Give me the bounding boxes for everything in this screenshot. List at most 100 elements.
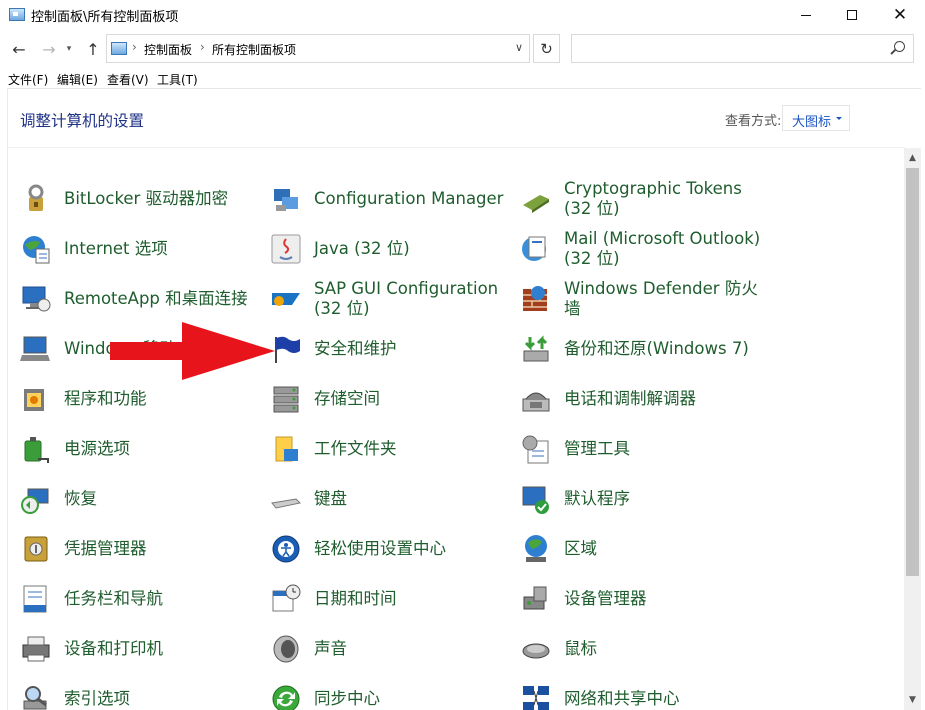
- control-panel-item-label: 设备和打印机: [64, 639, 163, 658]
- address-dropdown-icon[interactable]: ∨: [515, 41, 523, 54]
- programs-features-icon: [24, 389, 44, 411]
- menu-file[interactable]: 文件(F): [8, 71, 48, 88]
- menu-view[interactable]: 查看(V): [107, 71, 149, 88]
- address-bar[interactable]: › 控制面板 › 所有控制面板项 ∨: [106, 34, 530, 63]
- back-button[interactable]: ←: [8, 38, 30, 60]
- recent-locations-button[interactable]: ▾: [62, 38, 76, 60]
- control-panel-item-label: Configuration Manager: [314, 189, 504, 208]
- keyboard-icon: [271, 498, 302, 509]
- control-panel-item[interactable]: 管理工具: [520, 425, 768, 473]
- view-by-dropdown[interactable]: 大图标: [782, 105, 850, 131]
- control-panel-item[interactable]: SAP GUI Configuration (32 位): [270, 275, 518, 323]
- control-panel-item[interactable]: Java (32 位): [270, 225, 518, 273]
- phone-modem-icon: [522, 392, 550, 412]
- scroll-up-icon[interactable]: ▲: [904, 148, 921, 168]
- devices-printers-icon: [22, 636, 50, 662]
- default-programs-icon: [522, 486, 549, 514]
- page-title: 调整计算机的设置: [20, 112, 145, 130]
- control-panel-item[interactable]: Windows Defender 防火墙: [520, 275, 768, 323]
- control-panel-item[interactable]: 日期和时间: [270, 575, 518, 623]
- chevron-down-icon: [836, 117, 842, 120]
- search-icon[interactable]: [894, 41, 905, 52]
- crumb-separator-icon[interactable]: ›: [132, 40, 137, 54]
- control-panel-item-label: BitLocker 驱动器加密: [64, 189, 229, 208]
- admin-tools-icon: [522, 435, 549, 464]
- control-panel-item[interactable]: 区域: [520, 525, 768, 573]
- control-panel-item[interactable]: 轻松使用设置中心: [270, 525, 518, 573]
- control-panel-item[interactable]: 鼠标: [520, 625, 768, 673]
- control-panel-item-label: Java (32 位): [314, 239, 410, 258]
- control-panel-item-label: 轻松使用设置中心: [314, 539, 446, 558]
- maximize-icon: [847, 10, 857, 20]
- control-panel-item[interactable]: 存储空间: [270, 375, 518, 423]
- scroll-down-icon[interactable]: ▼: [904, 690, 921, 710]
- control-panel-item[interactable]: 凭据管理器: [20, 525, 268, 573]
- control-panel-item[interactable]: 设备管理器: [520, 575, 768, 623]
- close-button[interactable]: ✕: [875, 0, 925, 30]
- control-panel-item[interactable]: 电话和调制解调器: [520, 375, 768, 423]
- control-panel-item-label: 安全和维护: [314, 339, 397, 358]
- control-panel-item[interactable]: Cryptographic Tokens (32 位): [520, 175, 768, 223]
- region-icon: [525, 535, 547, 562]
- search-input[interactable]: [571, 34, 914, 63]
- control-panel-item-label: 凭据管理器: [64, 539, 147, 558]
- maximize-button[interactable]: [829, 0, 875, 30]
- recovery-icon: [21, 488, 49, 514]
- control-panel-item[interactable]: 同步中心: [270, 675, 518, 710]
- indexing-options-icon: [23, 686, 47, 710]
- refresh-button[interactable]: ↻: [533, 34, 560, 63]
- control-panel-item-label: 存储空间: [314, 389, 380, 408]
- storage-spaces-icon: [273, 386, 299, 413]
- breadcrumb-control-panel[interactable]: 控制面板: [144, 41, 192, 58]
- vertical-scrollbar[interactable]: ▲ ▼: [904, 148, 921, 710]
- control-panel-item-label: 网络和共享中心: [564, 689, 680, 708]
- menu-bar: 文件(F) 编辑(E) 查看(V) 工具(T): [0, 68, 925, 88]
- taskbar-icon: [23, 585, 47, 613]
- control-panel-item-label: SAP GUI Configuration (32 位): [314, 279, 499, 318]
- sync-center-icon: [272, 685, 300, 710]
- control-panel-item[interactable]: 工作文件夹: [270, 425, 518, 473]
- control-panel-item[interactable]: 声音: [270, 625, 518, 673]
- minimize-button[interactable]: [783, 0, 829, 30]
- configuration-manager-icon: [274, 189, 298, 211]
- close-icon: ✕: [892, 4, 908, 25]
- control-panel-item[interactable]: BitLocker 驱动器加密: [20, 175, 268, 223]
- control-panel-item[interactable]: 恢复: [20, 475, 268, 523]
- control-panel-icon: [9, 8, 25, 21]
- internet-options-icon: [23, 236, 50, 264]
- forward-button[interactable]: →: [38, 38, 60, 60]
- device-manager-icon: [523, 586, 547, 610]
- menu-tools[interactable]: 工具(T): [157, 71, 198, 88]
- sound-icon: [273, 635, 299, 663]
- red-arrow-annotation: [110, 322, 275, 380]
- breadcrumb-all-items[interactable]: 所有控制面板项: [212, 41, 296, 58]
- crumb-separator-icon[interactable]: ›: [200, 40, 205, 54]
- control-panel-item[interactable]: 任务栏和导航: [20, 575, 268, 623]
- control-panel-item[interactable]: Mail (Microsoft Outlook) (32 位): [520, 225, 768, 273]
- control-panel-item[interactable]: 电源选项: [20, 425, 268, 473]
- control-panel-item[interactable]: 索引选项: [20, 675, 268, 710]
- mouse-icon: [522, 643, 550, 659]
- control-panel-item[interactable]: Configuration Manager: [270, 175, 518, 223]
- control-panel-item[interactable]: Internet 选项: [20, 225, 268, 273]
- navigation-bar: ← → ▾ ↑ › 控制面板 › 所有控制面板项 ∨ ↻: [0, 30, 925, 68]
- control-panel-item-label: 恢复: [64, 489, 97, 508]
- menu-edit[interactable]: 编辑(E): [57, 71, 98, 88]
- date-time-icon: [272, 584, 301, 612]
- ease-of-access-icon: [272, 535, 300, 563]
- control-panel-item[interactable]: 备份和还原(Windows 7): [520, 325, 768, 373]
- control-panel-item[interactable]: 设备和打印机: [20, 625, 268, 673]
- control-panel-item[interactable]: 程序和功能: [20, 375, 268, 423]
- control-panel-item[interactable]: 网络和共享中心: [520, 675, 768, 710]
- control-panel-item-label: 区域: [564, 539, 597, 558]
- window-title: 控制面板\所有控制面板项: [31, 10, 179, 25]
- sap-gui-icon: [272, 293, 300, 306]
- control-panel-item[interactable]: 默认程序: [520, 475, 768, 523]
- control-panel-item[interactable]: 键盘: [270, 475, 518, 523]
- control-panel-item[interactable]: 安全和维护: [270, 325, 518, 373]
- up-button[interactable]: ↑: [82, 38, 104, 60]
- bitlocker-icon: [28, 184, 44, 211]
- control-panel-item[interactable]: RemoteApp 和桌面连接: [20, 275, 268, 323]
- scrollbar-thumb[interactable]: [906, 168, 919, 576]
- control-panel-item-label: 程序和功能: [64, 389, 147, 408]
